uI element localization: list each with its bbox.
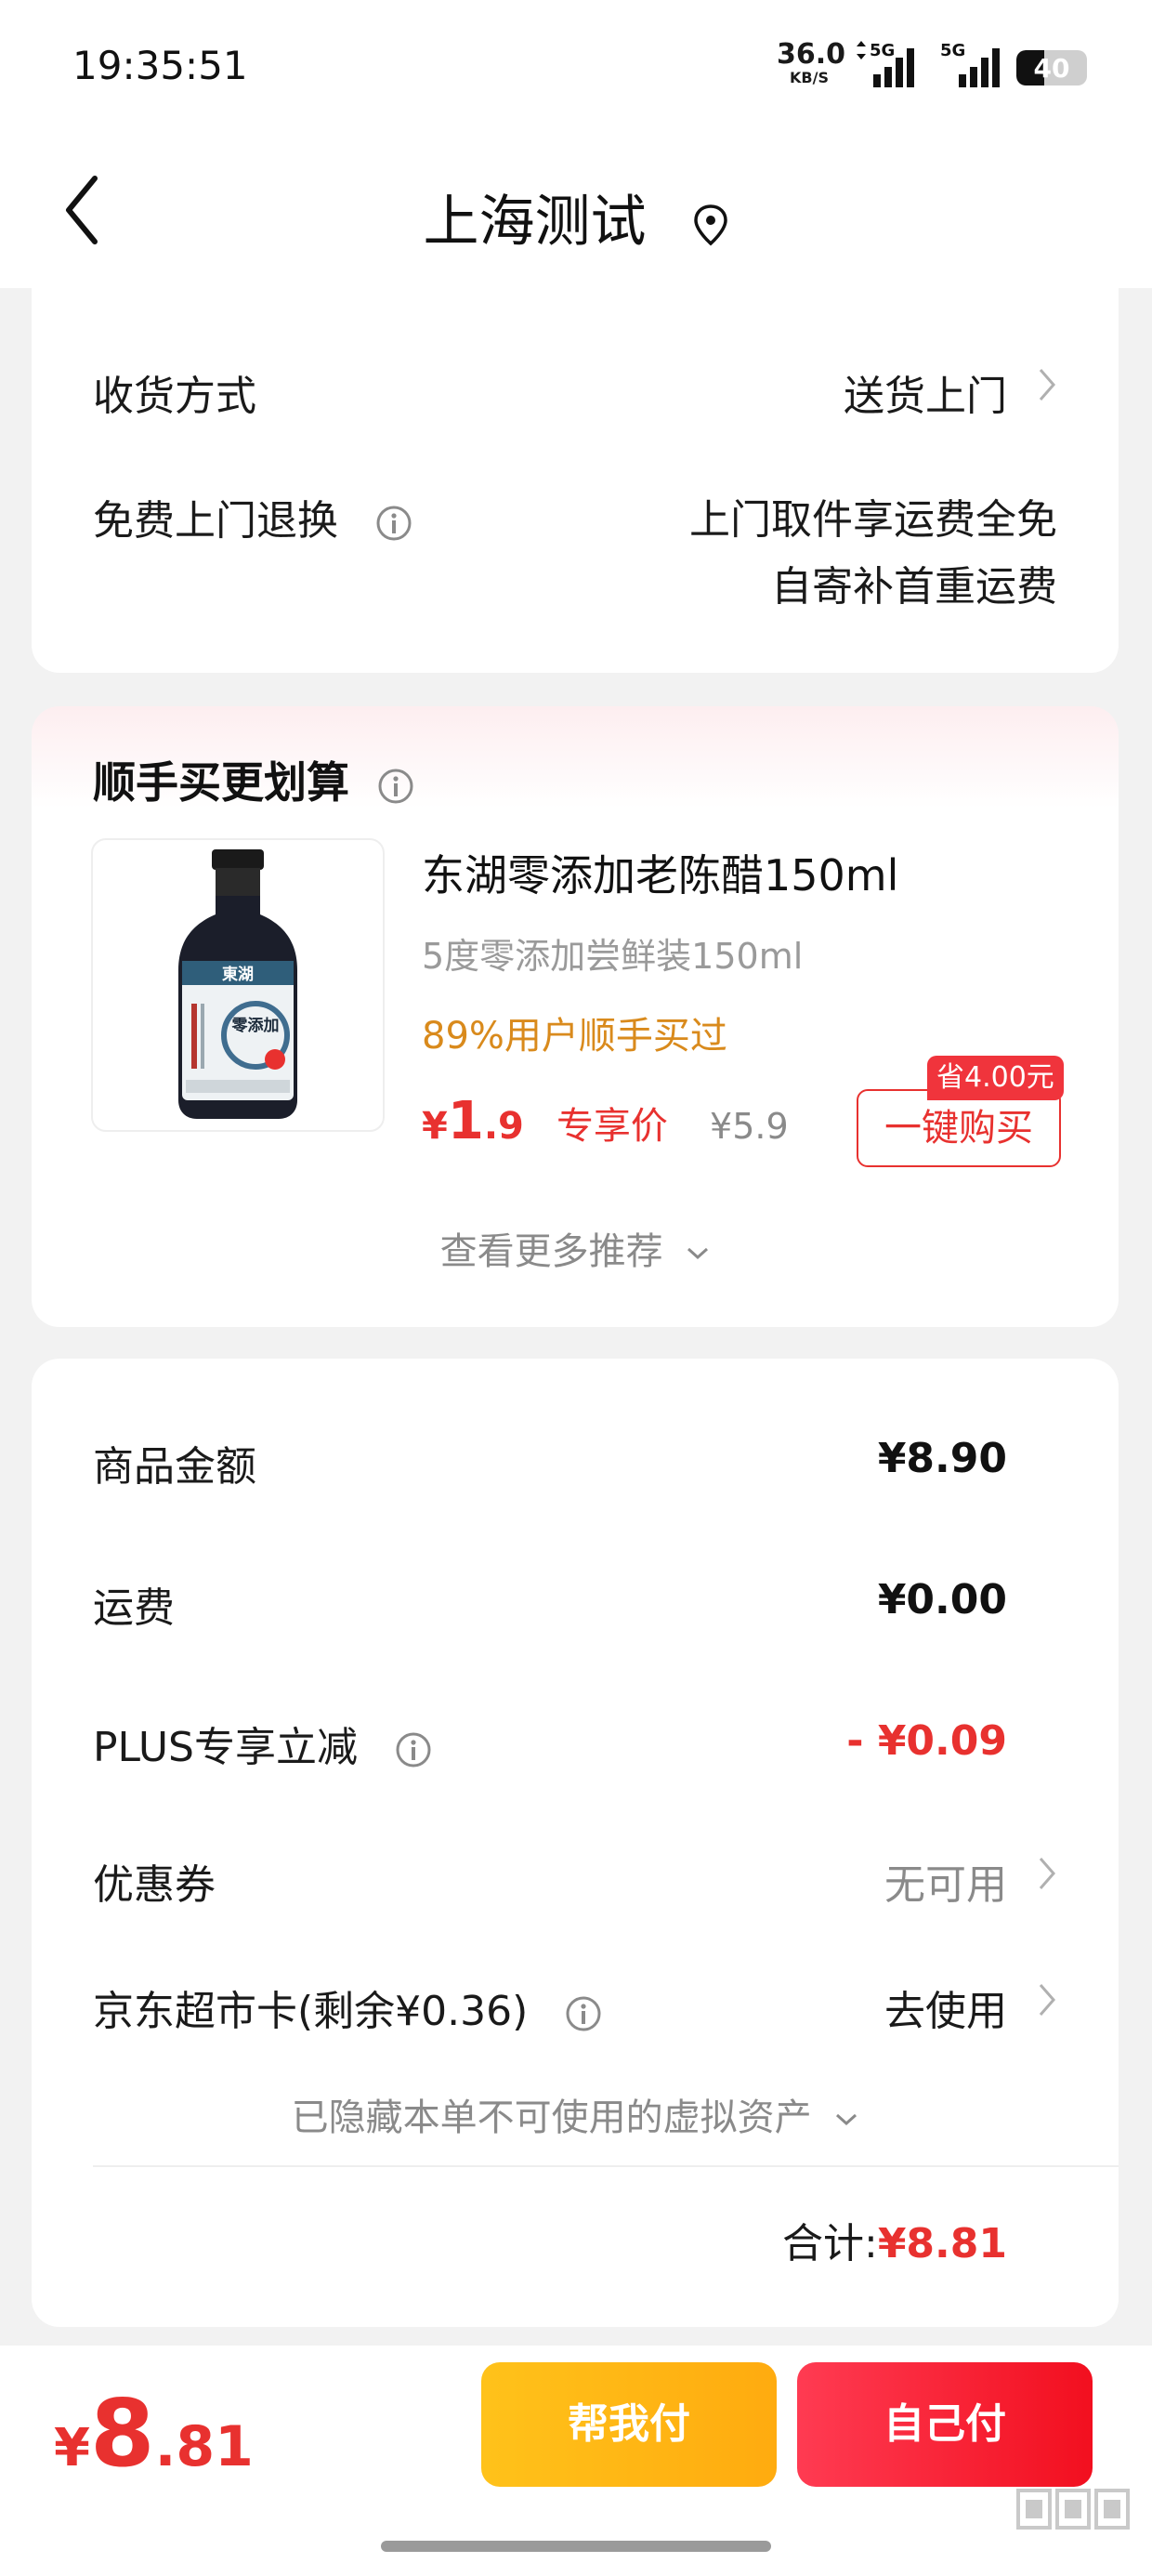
- cell-signal-icon: 5G: [940, 41, 1000, 87]
- exclusive-price-tag: 专享价: [556, 1105, 668, 1148]
- product-bought-rate: 89%用户顺手买过: [422, 1015, 727, 1058]
- recommend-card: 顺手买更划算 東湖 零添加 东湖零添加老陈醋150ml 5度零添加尝鲜装150m…: [32, 706, 1119, 1327]
- info-icon[interactable]: [565, 1995, 602, 2032]
- hidden-assets-text: 已隐藏本单不可使用的虚拟资产: [291, 2096, 812, 2139]
- bottle-label-text: 零添加: [231, 1016, 280, 1035]
- checkout-bar: ¥8.81 帮我付 自己付: [0, 2346, 1152, 2576]
- hidden-assets-toggle[interactable]: 已隐藏本单不可使用的虚拟资产: [32, 2087, 1119, 2141]
- battery-icon: 40: [1016, 50, 1087, 85]
- free-return-row: 免费上门退换: [93, 487, 412, 546]
- battery-level: 40: [1033, 53, 1070, 84]
- bottle-brand-text: 東湖: [222, 965, 254, 984]
- price-integer: 1: [447, 1091, 484, 1151]
- chevron-right-icon[interactable]: [1037, 366, 1057, 403]
- product-image[interactable]: 東湖 零添加: [91, 838, 385, 1132]
- price-currency: ¥: [422, 1105, 448, 1148]
- save-amount-badge: 省4.00元: [927, 1056, 1064, 1100]
- supermarket-card-value[interactable]: 去使用: [884, 1978, 1007, 2037]
- chevron-right-icon[interactable]: [1037, 1981, 1057, 2018]
- chevron-down-icon: [687, 1247, 709, 1260]
- shipping-value: ¥0.00: [877, 1576, 1007, 1623]
- delivery-card: 收货方式 送货上门 免费上门退换 上门取件享运费全免 自寄补首重运费: [32, 251, 1119, 673]
- self-pay-button[interactable]: 自己付: [797, 2362, 1093, 2487]
- pay-amount-decimal: .81: [154, 2414, 254, 2479]
- chevron-right-icon[interactable]: [1037, 1855, 1057, 1892]
- supermarket-card-label: 京东超市卡(剩余¥0.36): [93, 1988, 529, 2035]
- net-speed-value: 36.0: [777, 38, 846, 71]
- location-pin-icon: [693, 204, 727, 246]
- more-recommend-link[interactable]: 查看更多推荐: [32, 1221, 1119, 1275]
- page-title-text: 上海测试: [423, 190, 647, 255]
- free-return-line2: 自寄补首重运费: [771, 563, 1057, 611]
- pay-amount: ¥8.81: [54, 2379, 254, 2488]
- pay-amount-currency: ¥: [54, 2418, 90, 2478]
- summary-divider: [93, 2165, 1119, 2167]
- plus-discount-row: PLUS专享立减: [93, 1714, 432, 1773]
- vinegar-bottle-image: 東湖 零添加: [178, 849, 297, 1119]
- delivery-method-value[interactable]: 送货上门: [844, 362, 1007, 422]
- goods-amount-value: ¥8.90: [877, 1435, 1007, 1482]
- order-summary-card: 商品金额 ¥8.90 运费 ¥0.00 PLUS专享立减 - ¥0.09 优惠券…: [32, 1359, 1119, 2327]
- product-price-row: ¥1.9 专享价 ¥5.9: [422, 1091, 789, 1156]
- watermark-logo-icon: [1016, 2489, 1130, 2530]
- delivery-method-label: 收货方式: [93, 373, 256, 420]
- help-me-pay-button[interactable]: 帮我付: [481, 2362, 777, 2487]
- status-bar: 19:35:51 36.0 KB/S 5G 5G 40: [0, 0, 1152, 139]
- more-recommend-text: 查看更多推荐: [439, 1230, 663, 1273]
- goods-amount-label: 商品金额: [93, 1443, 256, 1491]
- signal-2-label: 5G: [940, 41, 965, 60]
- total-value: ¥8.81: [877, 2220, 1007, 2267]
- free-return-line1: 上门取件享运费全免: [689, 496, 1057, 544]
- plus-discount-value: - ¥0.09: [846, 1717, 1007, 1765]
- page-title[interactable]: 上海测试: [0, 177, 1152, 257]
- total-label: 合计:: [781, 2220, 878, 2267]
- supermarket-card-row: 京东超市卡(剩余¥0.36): [93, 1978, 602, 2037]
- free-return-value: 上门取件享运费全免 自寄补首重运费: [689, 487, 1057, 621]
- status-time: 19:35:51: [72, 43, 248, 88]
- info-icon[interactable]: [395, 1731, 432, 1768]
- home-indicator[interactable]: [381, 2541, 771, 2552]
- pay-amount-integer: 8: [89, 2379, 155, 2488]
- recommend-title: 顺手买更划算: [93, 749, 414, 810]
- product-name[interactable]: 东湖零添加老陈醋150ml: [422, 842, 898, 903]
- plus-discount-label: PLUS专享立减: [93, 1724, 358, 1771]
- product-spec: 5度零添加尝鲜装150ml: [422, 936, 804, 977]
- data-transfer-signal-icon: 5G: [857, 41, 914, 87]
- signal-1-label: 5G: [870, 41, 895, 60]
- info-icon[interactable]: [375, 505, 412, 542]
- original-price: ¥5.9: [710, 1106, 789, 1147]
- order-total: 合计:¥8.81: [782, 2210, 1007, 2269]
- net-speed-unit: KB/S: [790, 69, 829, 86]
- price-decimal: .9: [483, 1105, 524, 1148]
- net-speed: 36.0 KB/S: [777, 38, 846, 86]
- coupon-label: 优惠券: [93, 1861, 216, 1909]
- coupon-value[interactable]: 无可用: [884, 1851, 1007, 1911]
- shipping-label: 运费: [93, 1584, 175, 1632]
- one-click-buy-button[interactable]: 一键购买: [857, 1089, 1061, 1167]
- free-return-label: 免费上门退换: [93, 497, 338, 545]
- info-icon[interactable]: [377, 768, 414, 805]
- chevron-down-icon: [836, 2113, 857, 2126]
- recommend-title-text: 顺手买更划算: [93, 757, 349, 808]
